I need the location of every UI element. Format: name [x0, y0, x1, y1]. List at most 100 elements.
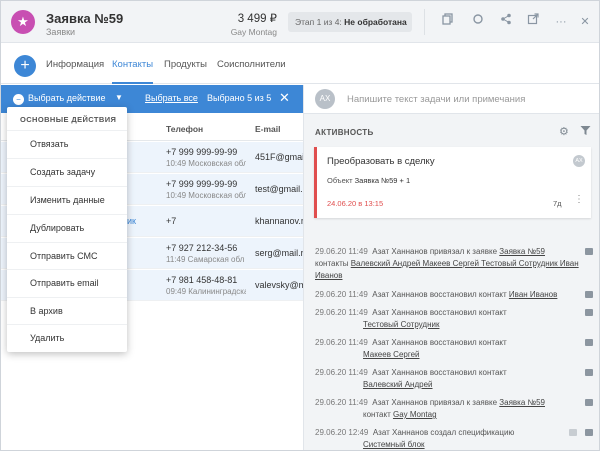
menu-item-send-sms[interactable]: Отправить СМС: [7, 242, 127, 269]
contact-name[interactable]: ик: [127, 216, 136, 226]
log-date: 29.06.20 12:49: [315, 428, 369, 437]
deal-header: ★ Заявка №59 Заявки 3 499 ₽ Gay Montag Э…: [1, 1, 599, 43]
log-links[interactable]: Макеев Сергей: [363, 350, 420, 359]
activity-pane: АХ Напишите текст задачи или примечания …: [303, 85, 599, 450]
contact-local-time: 10:49 Московская обл: [166, 191, 246, 200]
select-all-link[interactable]: Выбрать все: [145, 93, 198, 103]
comment-icon[interactable]: [585, 248, 593, 255]
log-link[interactable]: Иван Иванов: [509, 290, 557, 299]
menu-item-duplicate[interactable]: Дублировать: [7, 214, 127, 241]
contact-email[interactable]: test@gmail.com: [255, 184, 303, 194]
stage-badge[interactable]: Этап 1 из 4: Не обработана: [288, 12, 412, 32]
contact-email[interactable]: 451F@gmail.com: [255, 152, 303, 162]
menu-item-delete[interactable]: Удалить: [7, 324, 127, 351]
composer-input[interactable]: Напишите текст задачи или примечания: [347, 94, 525, 105]
gear-icon[interactable]: ⚙: [559, 125, 569, 138]
share-icon[interactable]: [495, 11, 517, 33]
log-links[interactable]: Валевский Андрей: [363, 380, 433, 389]
log-date: 29.06.20 11:49: [315, 368, 368, 377]
log-entry: 29.06.20 11:49 Азат Ханнанов восстановил…: [315, 289, 585, 301]
external-link-icon[interactable]: [522, 11, 544, 33]
log-entry: 29.06.20 11:49 Азат Ханнанов привязал к …: [315, 397, 585, 421]
contact-local-time: 11:49 Самарская обл: [166, 255, 245, 264]
refresh-icon[interactable]: [467, 11, 489, 33]
task-object-value[interactable]: Заявка №59 + 1: [355, 176, 411, 185]
filter-icon[interactable]: [580, 125, 591, 139]
log-date: 29.06.20 11:49: [315, 338, 368, 347]
copy-icon[interactable]: [437, 11, 459, 33]
menu-item-archive[interactable]: В архив: [7, 297, 127, 324]
log-text: Азат Ханнанов восстановил контакт: [372, 290, 507, 299]
star-icon: ★: [17, 14, 29, 29]
column-phone[interactable]: Телефон: [166, 124, 203, 134]
deal-pipeline[interactable]: Заявки: [46, 27, 75, 37]
contact-local-time: 10:49 Московская обл: [166, 159, 246, 168]
more-icon[interactable]: ···: [550, 11, 572, 33]
deal-title: Заявка №59: [46, 11, 124, 26]
close-icon[interactable]: ✕: [574, 11, 596, 33]
contact-local-time: 09:49 Калининградская: [166, 287, 246, 296]
comment-icon[interactable]: [585, 429, 593, 436]
contact-phone: +7 999 999-99-99: [166, 179, 238, 189]
contact-email[interactable]: khannanov.r: [255, 216, 303, 226]
caret-down-icon[interactable]: ▼: [115, 93, 123, 102]
menu-item-unlink[interactable]: Отвязать: [7, 130, 127, 157]
task-composer[interactable]: АХ Напишите текст задачи или примечания: [304, 85, 599, 114]
log-text: Азат Ханнанов восстановил контакт: [372, 338, 507, 347]
log-entry: 29.06.20 11:49 Азат Ханнанов привязал к …: [315, 246, 585, 282]
log-date: 29.06.20 11:49: [315, 247, 368, 256]
stage-prefix: Этап 1 из 4:: [295, 17, 342, 27]
log-links[interactable]: Тестовый Сотрудник: [363, 320, 439, 329]
log-links[interactable]: Валевский Андрей Макеев Сергей Тестовый …: [315, 259, 579, 280]
tab-bar: + Информация Контакты Продукты Соисполни…: [1, 44, 599, 84]
task-duration: 7д: [553, 199, 562, 208]
log-text: контакты: [315, 259, 349, 268]
log-link[interactable]: Заявка №59: [499, 247, 545, 256]
add-button[interactable]: +: [14, 55, 36, 77]
clear-selection-icon[interactable]: ✕: [279, 90, 290, 106]
log-text: Азат Ханнанов привязал к заявке: [372, 398, 498, 407]
log-entry: 29.06.20 12:49 Азат Ханнанов создал спец…: [315, 427, 585, 450]
log-date: 29.06.20 11:49: [315, 308, 368, 317]
active-tab-indicator: [112, 82, 153, 84]
log-links[interactable]: Системный блок: [363, 440, 425, 449]
tab-info[interactable]: Информация: [46, 59, 104, 70]
avatar: АХ: [573, 155, 585, 167]
column-email[interactable]: E-mail: [255, 124, 281, 134]
log-text: Азат Ханнанов создал спецификацию: [372, 428, 515, 437]
choose-action-button[interactable]: − Выбрать действие: [13, 93, 105, 105]
log-links[interactable]: Gay Montag: [393, 410, 437, 419]
comment-icon[interactable]: [585, 291, 593, 298]
comment-icon[interactable]: [585, 399, 593, 406]
log-entry: 29.06.20 11:49 Азат Ханнанов восстановил…: [315, 337, 585, 361]
more-icon[interactable]: ⋮: [574, 194, 584, 205]
deal-window: ★ Заявка №59 Заявки 3 499 ₽ Gay Montag Э…: [0, 0, 600, 451]
attachment-icon[interactable]: [569, 429, 577, 436]
tab-products[interactable]: Продукты: [164, 59, 207, 70]
contact-email[interactable]: valevsky@mail.ru: [255, 280, 303, 290]
task-object-label: Объект: [327, 176, 353, 185]
activity-title: АКТИВНОСТЬ: [315, 128, 374, 137]
contact-email[interactable]: serg@mail.ru: [255, 248, 303, 258]
task-title[interactable]: Преобразовать в сделку: [327, 156, 435, 167]
dropdown-header: ОСНОВНЫЕ ДЕЙСТВИЯ: [20, 115, 117, 124]
comment-icon[interactable]: [585, 369, 593, 376]
comment-icon[interactable]: [585, 339, 593, 346]
comment-icon[interactable]: [585, 309, 593, 316]
deal-price: 3 499 ₽: [237, 13, 277, 25]
tab-contacts[interactable]: Контакты: [112, 59, 153, 70]
contact-phone: +7 999 999-99-99: [166, 147, 238, 157]
contact-phone: +7: [166, 216, 177, 226]
deal-avatar: ★: [11, 10, 35, 34]
task-card[interactable]: Преобразовать в сделку АХ Объект Заявка …: [314, 147, 591, 218]
log-text: Азат Ханнанов восстановил контакт: [372, 308, 507, 317]
log-date: 29.06.20 11:49: [315, 398, 368, 407]
menu-item-edit-data[interactable]: Изменить данные: [7, 186, 127, 213]
tab-coexecutors[interactable]: Соисполнители: [217, 59, 286, 70]
avatar: АХ: [315, 89, 335, 109]
menu-item-send-email[interactable]: Отправить email: [7, 269, 127, 296]
deal-company[interactable]: Gay Montag: [201, 27, 277, 37]
contact-phone: +7 981 458-48-81: [166, 275, 238, 285]
log-link[interactable]: Заявка №59: [499, 398, 545, 407]
menu-item-create-task[interactable]: Создать задачу: [7, 158, 127, 185]
